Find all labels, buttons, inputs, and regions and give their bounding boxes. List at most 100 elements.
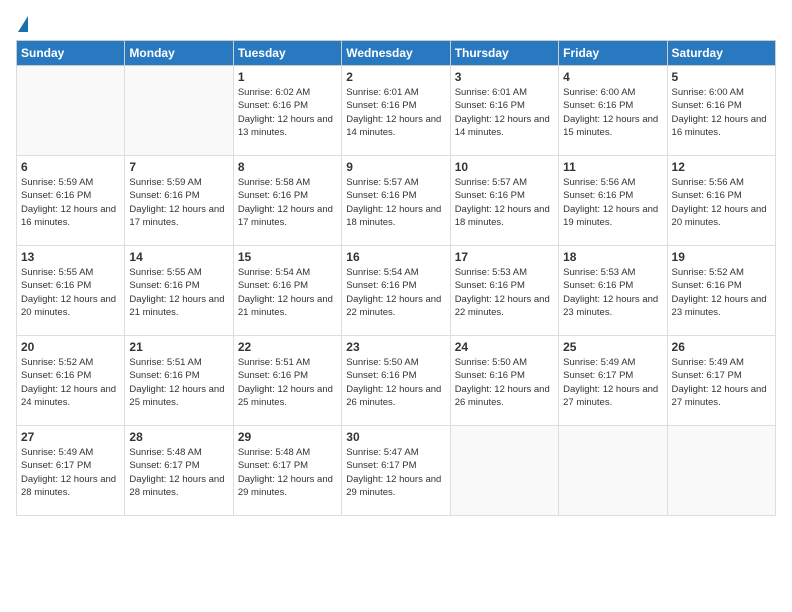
- day-number: 14: [129, 250, 228, 264]
- day-info: Sunrise: 5:55 AM Sunset: 6:16 PM Dayligh…: [21, 266, 120, 319]
- day-info: Sunrise: 6:00 AM Sunset: 6:16 PM Dayligh…: [672, 86, 771, 139]
- calendar-cell: 8 Sunrise: 5:58 AM Sunset: 6:16 PM Daylig…: [233, 156, 341, 246]
- calendar-cell: 11 Sunrise: 5:56 AM Sunset: 6:16 PM Dayli…: [559, 156, 667, 246]
- day-info: Sunrise: 5:57 AM Sunset: 6:16 PM Dayligh…: [346, 176, 445, 229]
- calendar-cell: 23 Sunrise: 5:50 AM Sunset: 6:16 PM Dayli…: [342, 336, 450, 426]
- day-info: Sunrise: 6:02 AM Sunset: 6:16 PM Dayligh…: [238, 86, 337, 139]
- week-row-2: 6 Sunrise: 5:59 AM Sunset: 6:16 PM Daylig…: [17, 156, 776, 246]
- day-number: 12: [672, 160, 771, 174]
- day-number: 26: [672, 340, 771, 354]
- day-number: 11: [563, 160, 662, 174]
- day-info: Sunrise: 5:48 AM Sunset: 6:17 PM Dayligh…: [129, 446, 228, 499]
- day-info: Sunrise: 5:53 AM Sunset: 6:16 PM Dayligh…: [455, 266, 554, 319]
- day-number: 29: [238, 430, 337, 444]
- day-header-friday: Friday: [559, 41, 667, 66]
- calendar-cell: 29 Sunrise: 5:48 AM Sunset: 6:17 PM Dayli…: [233, 426, 341, 516]
- day-info: Sunrise: 5:53 AM Sunset: 6:16 PM Dayligh…: [563, 266, 662, 319]
- day-info: Sunrise: 5:56 AM Sunset: 6:16 PM Dayligh…: [563, 176, 662, 229]
- calendar: SundayMondayTuesdayWednesdayThursdayFrid…: [16, 40, 776, 516]
- calendar-cell: 6 Sunrise: 5:59 AM Sunset: 6:16 PM Daylig…: [17, 156, 125, 246]
- calendar-cell: 5Sunrise: 6:00 AM Sunset: 6:16 PM Daylig…: [667, 66, 775, 156]
- day-info: Sunrise: 6:00 AM Sunset: 6:16 PM Dayligh…: [563, 86, 662, 139]
- day-info: Sunrise: 6:01 AM Sunset: 6:16 PM Dayligh…: [346, 86, 445, 139]
- week-row-4: 20 Sunrise: 5:52 AM Sunset: 6:16 PM Dayli…: [17, 336, 776, 426]
- calendar-cell: 3 Sunrise: 6:01 AM Sunset: 6:16 PM Daylig…: [450, 66, 558, 156]
- calendar-cell: 9 Sunrise: 5:57 AM Sunset: 6:16 PM Daylig…: [342, 156, 450, 246]
- day-number: 7: [129, 160, 228, 174]
- calendar-cell: 20 Sunrise: 5:52 AM Sunset: 6:16 PM Dayli…: [17, 336, 125, 426]
- week-row-3: 13 Sunrise: 5:55 AM Sunset: 6:16 PM Dayli…: [17, 246, 776, 336]
- day-info: Sunrise: 5:55 AM Sunset: 6:16 PM Dayligh…: [129, 266, 228, 319]
- day-info: Sunrise: 5:50 AM Sunset: 6:16 PM Dayligh…: [455, 356, 554, 409]
- day-info: Sunrise: 5:56 AM Sunset: 6:16 PM Dayligh…: [672, 176, 771, 229]
- day-number: 3: [455, 70, 554, 84]
- day-number: 24: [455, 340, 554, 354]
- calendar-cell: 21Sunrise: 5:51 AM Sunset: 6:16 PM Dayli…: [125, 336, 233, 426]
- day-number: 22: [238, 340, 337, 354]
- day-number: 9: [346, 160, 445, 174]
- logo: [16, 16, 28, 32]
- calendar-cell: 2 Sunrise: 6:01 AM Sunset: 6:16 PM Daylig…: [342, 66, 450, 156]
- day-info: Sunrise: 6:01 AM Sunset: 6:16 PM Dayligh…: [455, 86, 554, 139]
- day-number: 20: [21, 340, 120, 354]
- week-row-5: 27 Sunrise: 5:49 AM Sunset: 6:17 PM Dayli…: [17, 426, 776, 516]
- calendar-cell: [17, 66, 125, 156]
- calendar-cell: 12 Sunrise: 5:56 AM Sunset: 6:16 PM Dayli…: [667, 156, 775, 246]
- week-row-1: 1 Sunrise: 6:02 AM Sunset: 6:16 PM Daylig…: [17, 66, 776, 156]
- day-number: 15: [238, 250, 337, 264]
- calendar-cell: 24 Sunrise: 5:50 AM Sunset: 6:16 PM Dayli…: [450, 336, 558, 426]
- calendar-cell: 16 Sunrise: 5:54 AM Sunset: 6:16 PM Dayli…: [342, 246, 450, 336]
- day-header-sunday: Sunday: [17, 41, 125, 66]
- day-number: 4: [563, 70, 662, 84]
- day-header-monday: Monday: [125, 41, 233, 66]
- day-info: Sunrise: 5:48 AM Sunset: 6:17 PM Dayligh…: [238, 446, 337, 499]
- day-number: 1: [238, 70, 337, 84]
- day-info: Sunrise: 5:58 AM Sunset: 6:16 PM Dayligh…: [238, 176, 337, 229]
- calendar-cell: 26 Sunrise: 5:49 AM Sunset: 6:17 PM Dayli…: [667, 336, 775, 426]
- day-number: 27: [21, 430, 120, 444]
- day-info: Sunrise: 5:51 AM Sunset: 6:16 PM Dayligh…: [238, 356, 337, 409]
- day-number: 28: [129, 430, 228, 444]
- day-number: 13: [21, 250, 120, 264]
- calendar-cell: [450, 426, 558, 516]
- day-info: Sunrise: 5:49 AM Sunset: 6:17 PM Dayligh…: [672, 356, 771, 409]
- day-info: Sunrise: 5:49 AM Sunset: 6:17 PM Dayligh…: [21, 446, 120, 499]
- calendar-cell: 15Sunrise: 5:54 AM Sunset: 6:16 PM Dayli…: [233, 246, 341, 336]
- calendar-cell: 4 Sunrise: 6:00 AM Sunset: 6:16 PM Daylig…: [559, 66, 667, 156]
- day-info: Sunrise: 5:51 AM Sunset: 6:16 PM Dayligh…: [129, 356, 228, 409]
- day-number: 6: [21, 160, 120, 174]
- calendar-cell: 19Sunrise: 5:52 AM Sunset: 6:16 PM Dayli…: [667, 246, 775, 336]
- day-info: Sunrise: 5:54 AM Sunset: 6:16 PM Dayligh…: [346, 266, 445, 319]
- calendar-cell: 13 Sunrise: 5:55 AM Sunset: 6:16 PM Dayli…: [17, 246, 125, 336]
- day-info: Sunrise: 5:59 AM Sunset: 6:16 PM Dayligh…: [21, 176, 120, 229]
- day-number: 18: [563, 250, 662, 264]
- day-number: 25: [563, 340, 662, 354]
- day-number: 30: [346, 430, 445, 444]
- calendar-cell: [559, 426, 667, 516]
- day-header-saturday: Saturday: [667, 41, 775, 66]
- day-number: 23: [346, 340, 445, 354]
- day-number: 2: [346, 70, 445, 84]
- calendar-cell: 28 Sunrise: 5:48 AM Sunset: 6:17 PM Dayli…: [125, 426, 233, 516]
- day-header-tuesday: Tuesday: [233, 41, 341, 66]
- calendar-cell: 1 Sunrise: 6:02 AM Sunset: 6:16 PM Daylig…: [233, 66, 341, 156]
- day-info: Sunrise: 5:52 AM Sunset: 6:16 PM Dayligh…: [21, 356, 120, 409]
- calendar-cell: 7Sunrise: 5:59 AM Sunset: 6:16 PM Daylig…: [125, 156, 233, 246]
- day-info: Sunrise: 5:47 AM Sunset: 6:17 PM Dayligh…: [346, 446, 445, 499]
- calendar-cell: 18 Sunrise: 5:53 AM Sunset: 6:16 PM Dayli…: [559, 246, 667, 336]
- days-header: SundayMondayTuesdayWednesdayThursdayFrid…: [17, 41, 776, 66]
- day-number: 10: [455, 160, 554, 174]
- day-number: 19: [672, 250, 771, 264]
- day-number: 8: [238, 160, 337, 174]
- day-header-wednesday: Wednesday: [342, 41, 450, 66]
- calendar-cell: 17Sunrise: 5:53 AM Sunset: 6:16 PM Dayli…: [450, 246, 558, 336]
- calendar-cell: [667, 426, 775, 516]
- calendar-cell: 10 Sunrise: 5:57 AM Sunset: 6:16 PM Dayli…: [450, 156, 558, 246]
- calendar-cell: 30 Sunrise: 5:47 AM Sunset: 6:17 PM Dayli…: [342, 426, 450, 516]
- day-number: 16: [346, 250, 445, 264]
- calendar-cell: 25 Sunrise: 5:49 AM Sunset: 6:17 PM Dayli…: [559, 336, 667, 426]
- day-info: Sunrise: 5:49 AM Sunset: 6:17 PM Dayligh…: [563, 356, 662, 409]
- day-info: Sunrise: 5:50 AM Sunset: 6:16 PM Dayligh…: [346, 356, 445, 409]
- day-info: Sunrise: 5:57 AM Sunset: 6:16 PM Dayligh…: [455, 176, 554, 229]
- logo-triangle-icon: [18, 16, 28, 32]
